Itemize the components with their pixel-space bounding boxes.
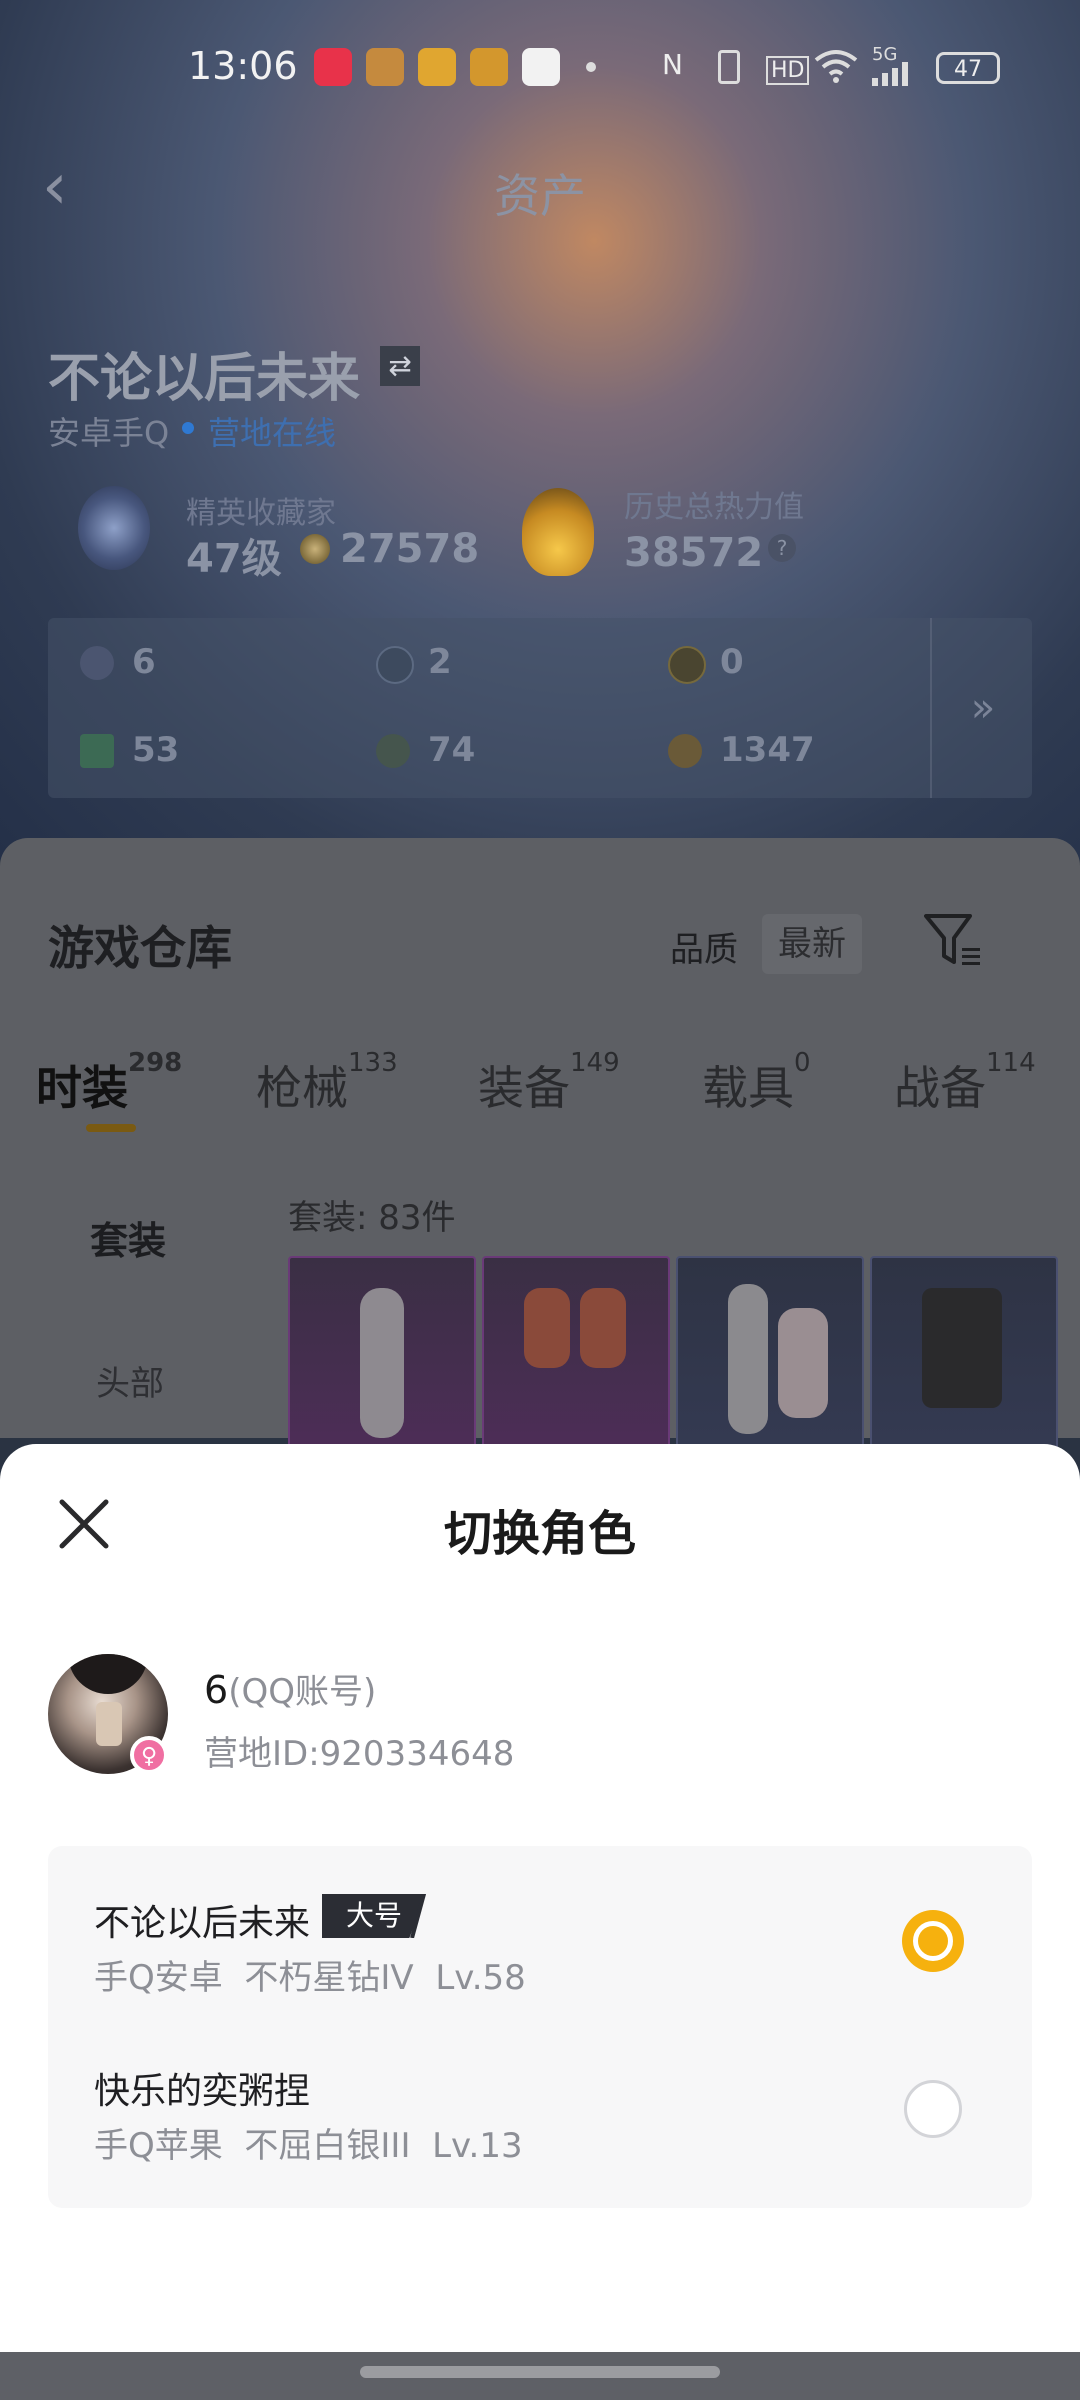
- tab-guns[interactable]: 枪械133: [256, 1048, 398, 1118]
- tab-equipment[interactable]: 装备149: [478, 1048, 620, 1118]
- account-type: (QQ账号): [228, 1672, 377, 1712]
- tab-label: 装备: [478, 1061, 570, 1115]
- role-level: Lv.58: [435, 1958, 526, 1998]
- camp-online-status: 营地在线: [208, 414, 337, 452]
- status-time: 13:06: [188, 44, 298, 88]
- role-meta: 手Q苹果 不屈白银III Lv.13: [94, 2118, 523, 2167]
- heat-label: 历史总热力值: [624, 490, 804, 525]
- tab-vehicles[interactable]: 载具0: [702, 1048, 811, 1118]
- sheet-title: 切换角色: [443, 1506, 636, 1562]
- page-title: 资产: [494, 169, 586, 223]
- outfit-thumbnail: [580, 1288, 626, 1368]
- account-name: 6(QQ账号): [204, 1664, 376, 1713]
- tab-gear[interactable]: 战备114: [894, 1048, 1036, 1118]
- account-nickname: 6: [204, 1668, 229, 1712]
- tab-count: 149: [570, 1048, 620, 1078]
- female-icon: ♀: [130, 1736, 168, 1774]
- collector-level: 47级: [186, 536, 282, 582]
- tab-label: 时装: [36, 1061, 128, 1115]
- role-rank: 不屈白银III: [244, 2126, 411, 2166]
- stat-value: 1347: [720, 730, 815, 770]
- role-platform: 手Q安卓: [94, 1958, 223, 1998]
- heat-value: 38572: [624, 530, 764, 576]
- tab-label: 载具: [702, 1061, 794, 1115]
- online-dot-icon: [182, 422, 194, 434]
- role-level: Lv.13: [432, 2126, 523, 2166]
- outfit-thumbnail: [524, 1288, 570, 1368]
- role-name: 不论以后未来: [94, 1903, 311, 1944]
- stat-value: 74: [428, 730, 476, 770]
- outfit-thumbnail: [360, 1288, 404, 1438]
- tab-fashion[interactable]: 时装298: [36, 1048, 182, 1118]
- music-app-icon: [314, 48, 352, 86]
- token-icon: [668, 646, 706, 684]
- role-meta: 手Q安卓 不朽星钻IV Lv.58: [94, 1950, 526, 1999]
- pubg-app-icon: [470, 48, 508, 86]
- tab-count: 133: [348, 1048, 398, 1078]
- hd-icon: HD: [766, 56, 810, 85]
- wifi-icon: [814, 50, 858, 83]
- item-card[interactable]: [676, 1256, 864, 1450]
- role-radio-unselected[interactable]: [904, 2080, 962, 2138]
- crate-icon: [376, 734, 410, 768]
- item-card[interactable]: [870, 1256, 1058, 1450]
- voucher-icon: [80, 734, 114, 768]
- sidebar-item-head[interactable]: 头部: [96, 1356, 164, 1405]
- camp-app-icon: [418, 48, 456, 86]
- stat-value: 53: [132, 730, 180, 770]
- tab-count: 0: [794, 1048, 811, 1078]
- outfit-thumbnail: [778, 1308, 828, 1418]
- outfit-thumbnail: [728, 1284, 768, 1434]
- switch-role-icon[interactable]: ⇄: [380, 346, 420, 386]
- battery-indicator: 47: [936, 52, 1000, 84]
- warehouse-title: 游戏仓库: [48, 921, 232, 975]
- role-rank: 不朽星钻IV: [244, 1958, 414, 1998]
- item-card[interactable]: [482, 1256, 670, 1450]
- tab-label: 枪械: [256, 1061, 348, 1115]
- active-tab-indicator: [86, 1124, 136, 1132]
- player-name: 不论以后未来: [48, 349, 361, 409]
- status-bar: 13:06 N HD 5G 47: [0, 0, 1080, 135]
- vibrate-icon: [718, 50, 740, 84]
- stat-value: 6: [132, 642, 156, 682]
- collector-coins: 27578: [340, 526, 480, 572]
- help-icon[interactable]: ?: [768, 534, 796, 562]
- card-icon: [80, 646, 114, 680]
- tag-slash-decoration: [410, 1894, 426, 1938]
- role-platform: 手Q苹果: [94, 2126, 223, 2166]
- stat-value: 0: [720, 642, 744, 682]
- outfit-thumbnail: [922, 1288, 1002, 1408]
- stats-more-button[interactable]: »: [930, 618, 1034, 798]
- suit-count: 套装: 83件: [288, 1198, 456, 1238]
- more-notifications-icon: [586, 62, 596, 72]
- mobile-app-icon: [522, 48, 560, 86]
- coin-icon: [300, 534, 330, 564]
- stat-value: 2: [428, 642, 452, 682]
- sort-newest-button[interactable]: 最新: [762, 914, 862, 974]
- tab-count: 298: [128, 1048, 183, 1078]
- nfc-icon: N: [662, 48, 683, 81]
- home-indicator[interactable]: [360, 2366, 720, 2378]
- collector-badge-icon: [78, 486, 150, 570]
- game-app-icon: [366, 48, 404, 86]
- filter-icon[interactable]: [924, 912, 982, 968]
- tab-label: 战备: [894, 1061, 986, 1115]
- signal-icon: [872, 62, 908, 86]
- tab-count: 114: [986, 1048, 1036, 1078]
- sidebar-item-suits[interactable]: 套装: [90, 1210, 166, 1265]
- sort-quality-button[interactable]: 品质: [670, 922, 738, 971]
- camp-id: 营地ID:920334648: [204, 1734, 515, 1774]
- flame-icon: [522, 488, 594, 576]
- gold-coin-icon: [668, 734, 702, 768]
- ticket-icon: [376, 646, 414, 684]
- stats-panel: [48, 618, 1032, 798]
- role-radio-selected[interactable]: [902, 1910, 964, 1972]
- player-platform: 安卓手Q: [48, 414, 170, 452]
- role-name: 快乐的奕粥捏: [94, 2071, 311, 2112]
- item-card[interactable]: [288, 1256, 476, 1450]
